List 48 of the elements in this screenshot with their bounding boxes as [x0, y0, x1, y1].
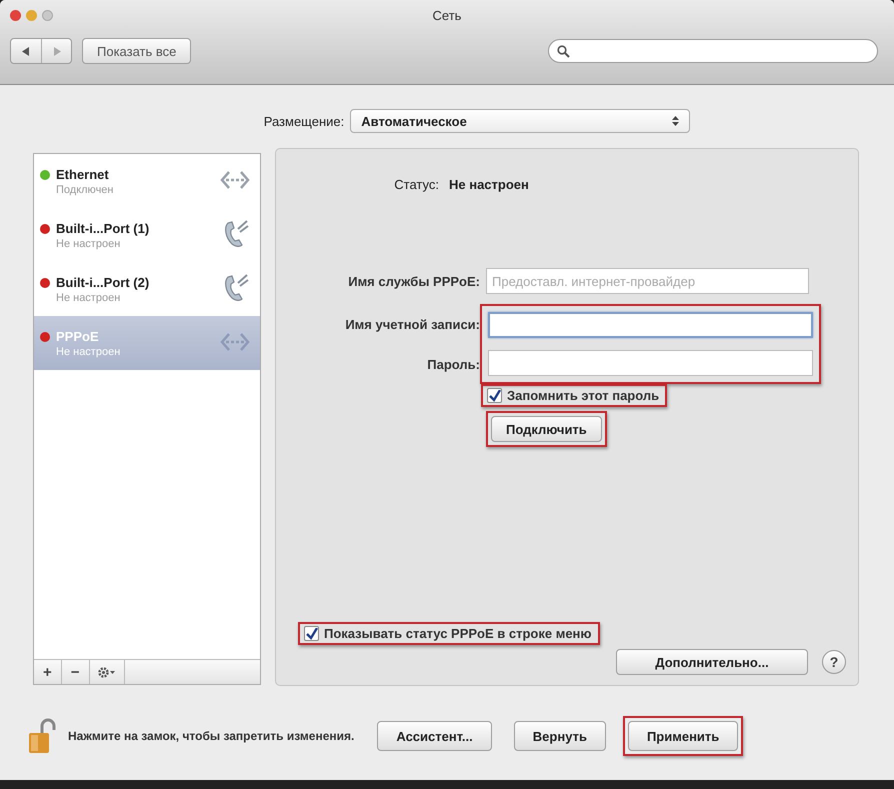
ethernet-arrows-icon — [220, 330, 250, 352]
field-label: Имя учетной записи: — [345, 316, 480, 332]
gear-icon — [98, 666, 116, 678]
help-button[interactable]: ? — [822, 650, 846, 674]
connect-button[interactable]: Подключить — [491, 416, 602, 442]
field-label: Пароль: — [427, 356, 480, 372]
advanced-button[interactable]: Дополнительно... — [616, 649, 808, 675]
service-name: Built-i...Port (1) — [56, 220, 150, 236]
zoom-button[interactable] — [42, 10, 53, 20]
lock-hint: Нажмите на замок, чтобы запретить изменения. — [68, 729, 354, 743]
service-status: Не настроен — [56, 292, 120, 304]
phone-icon — [222, 218, 250, 248]
footer-button[interactable]: Применить — [628, 721, 738, 751]
window-title: Сеть — [432, 8, 462, 22]
service-name: Built-i...Port (2) — [56, 274, 150, 290]
service-item[interactable]: Built-i...Port (2) Не настроен — [34, 262, 260, 316]
service-name: PPPoE — [56, 328, 99, 344]
checkbox[interactable] — [487, 388, 502, 403]
show-all-button[interactable]: Показать все — [82, 38, 192, 64]
field-label: Имя службы PPPoE: — [347, 274, 481, 288]
add-button[interactable]: + — [34, 660, 62, 684]
service-status: Не настроен — [56, 238, 120, 250]
service-name-field[interactable]: Предоставл. интернет-провайдер — [486, 268, 809, 294]
footer-button[interactable]: Ассистент... — [377, 721, 492, 751]
password-field[interactable] — [488, 350, 813, 376]
account-name-field[interactable] — [488, 312, 813, 338]
padlock-icon — [28, 718, 58, 754]
footer-button[interactable]: Вернуть — [514, 721, 606, 751]
location-label: Размещение: — [264, 114, 344, 128]
service-item[interactable]: Built-i...Port (1) Не настроен — [34, 208, 260, 262]
close-button[interactable] — [10, 10, 21, 20]
service-item[interactable]: Ethernet Подключен — [34, 154, 260, 208]
location-dropdown[interactable]: Автоматическое — [350, 109, 690, 133]
checkbox-label[interactable]: Запомнить этот пароль — [507, 388, 660, 403]
status-value: Не настроен — [449, 177, 529, 192]
search-field[interactable] — [548, 39, 878, 63]
checkbox-label[interactable]: Показывать статус PPPoE в строке меню — [324, 626, 592, 641]
service-status: Не настроен — [56, 346, 120, 358]
stepper-icon — [672, 115, 680, 127]
search-icon — [557, 44, 570, 58]
phone-icon — [222, 272, 250, 302]
minimize-button[interactable] — [26, 10, 37, 20]
remove-button[interactable]: − — [62, 660, 90, 684]
service-status: Подключен — [56, 184, 114, 196]
service-name: Ethernet — [56, 166, 109, 182]
checkbox[interactable] — [304, 626, 319, 641]
status-label: Статус: — [393, 177, 439, 192]
ethernet-arrows-icon — [220, 168, 250, 190]
